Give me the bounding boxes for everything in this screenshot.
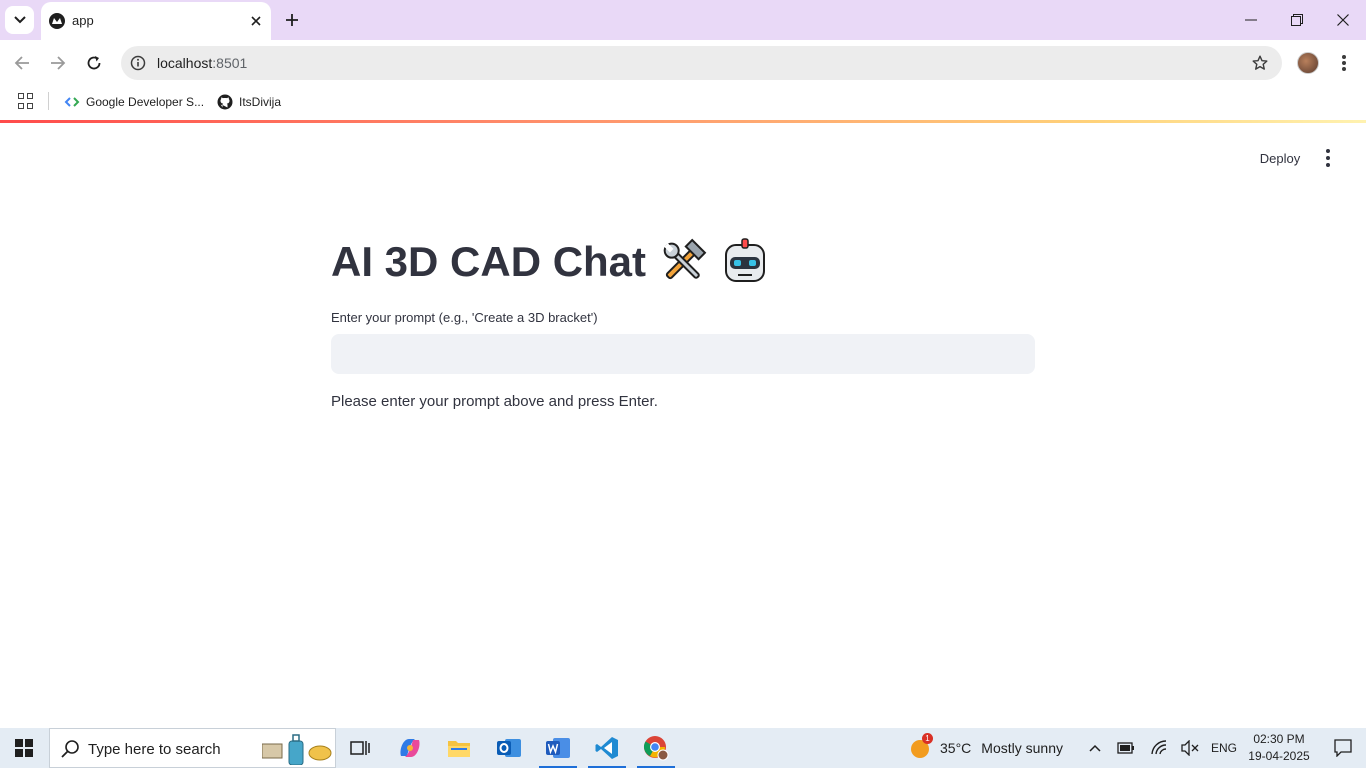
minimize-icon [1245,19,1257,21]
google-developers-icon [64,97,80,107]
streamlit-app: Deploy AI 3D CAD Chat Enter your prompt … [0,123,1366,728]
url-host: localhost [157,55,213,71]
input-language[interactable]: ENG [1211,728,1237,768]
tab-close-icon[interactable] [246,11,266,31]
bookmark-star-icon[interactable] [1250,53,1270,73]
prompt-input[interactable] [331,334,1035,374]
outlook-icon [497,739,521,757]
bookmark-google-developer[interactable]: Google Developer S... [64,92,204,112]
forward-button[interactable] [46,51,70,75]
browser-tab-app[interactable]: app [41,2,271,40]
address-bar[interactable]: localhost:8501 [121,46,1282,80]
restore-button[interactable] [1274,0,1320,40]
reload-button[interactable] [82,51,106,75]
arrow-right-icon [51,56,66,70]
deploy-button[interactable]: Deploy [1249,146,1311,170]
vscode-icon [595,737,618,759]
close-window-button[interactable] [1320,0,1366,40]
weather-widget[interactable]: 1 35°C Mostly sunny [910,728,1063,768]
github-icon [217,94,233,110]
minimize-button[interactable] [1228,0,1274,40]
task-view-icon [350,741,370,755]
browser-menu-icon[interactable] [1334,52,1354,74]
search-icon [61,740,79,758]
bookmark-label: Google Developer S... [86,95,205,109]
windows-logo-icon [15,739,33,757]
taskbar-task-view[interactable] [337,728,383,768]
taskbar-file-explorer[interactable] [436,728,482,768]
battery-icon [1117,742,1134,754]
browser-tab-bar: app [0,0,1366,40]
weather-temperature: 35°C [940,740,972,756]
battery-tray-icon[interactable] [1114,728,1138,768]
arrow-left-icon [14,56,29,70]
bookmark-itsdivija[interactable]: ItsDivija [217,92,281,112]
prompt-label: Enter your prompt (e.g., 'Create a 3D br… [331,310,598,325]
taskbar-chrome[interactable] [633,728,679,768]
bookmark-label: ItsDivija [239,95,282,109]
notifications-button[interactable] [1320,728,1366,768]
word-icon [546,738,570,758]
page-title-text: AI 3D CAD Chat [331,238,647,285]
taskbar-clock[interactable]: 02:30 PM 19-04-2025 [1240,731,1318,765]
volume-muted-icon [1181,740,1199,756]
chevron-down-icon [13,16,26,24]
chevron-up-icon [1089,744,1101,752]
show-hidden-icons-button[interactable] [1083,728,1107,768]
hammer-and-wrench-icon [663,238,707,280]
back-button[interactable] [10,51,34,75]
weather-sun-icon: 1 [910,733,933,759]
search-highlight-travel-icon [262,734,332,765]
browser-toolbar: localhost:8501 [0,40,1366,86]
page-title: AI 3D CAD Chat [331,235,770,289]
new-tab-button[interactable] [281,9,303,31]
url-port: :8501 [212,55,248,71]
taskbar-word[interactable] [535,728,581,768]
windows-taskbar: Type here to search 1 35°C Mostly sunny [0,728,1366,768]
taskbar-vscode[interactable] [584,728,630,768]
taskbar-copilot[interactable] [387,728,433,768]
start-button[interactable] [0,728,48,768]
robot-icon [725,238,766,282]
weather-alert-badge: 1 [922,733,933,744]
folder-icon [448,741,470,757]
search-placeholder: Type here to search [88,741,221,758]
info-message: Please enter your prompt above and press… [331,393,658,410]
clock-date: 19-04-2025 [1248,749,1310,763]
url-text[interactable]: localhost:8501 [157,55,247,71]
weather-condition: Mostly sunny [981,740,1063,756]
plus-icon [286,14,298,26]
copilot-icon [400,739,420,757]
bookmarks-divider [48,92,49,110]
tab-title: app [72,13,94,28]
wifi-tray-icon[interactable] [1148,728,1172,768]
tab-search-button[interactable] [5,6,34,34]
app-main-menu-icon[interactable] [1318,146,1338,170]
notification-icon [1334,739,1352,757]
taskbar-search-box[interactable]: Type here to search [49,728,336,768]
profile-avatar[interactable] [1297,52,1319,74]
wifi-icon [1151,740,1167,755]
reload-icon [87,56,101,70]
apps-grid-icon[interactable] [18,93,34,109]
volume-tray-icon[interactable] [1178,728,1202,768]
restore-icon [1291,14,1303,26]
taskbar-outlook[interactable] [486,728,532,768]
streamlit-favicon-icon [49,13,65,29]
site-info-icon[interactable] [129,54,147,72]
chrome-icon [643,736,669,761]
close-icon [1337,14,1349,26]
clock-time: 02:30 PM [1253,732,1305,746]
bookmarks-bar: Google Developer S... ItsDivija [0,86,1366,120]
